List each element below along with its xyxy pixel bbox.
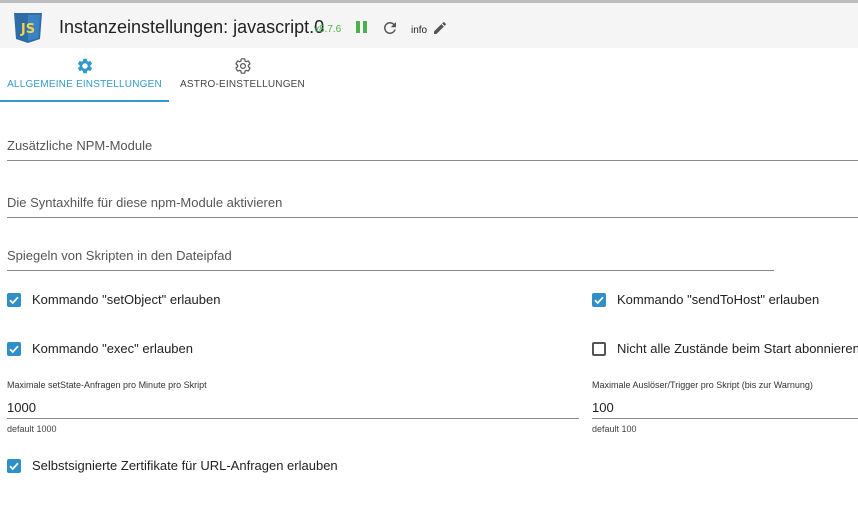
active-tab-indicator xyxy=(0,100,169,102)
tab-astro-settings[interactable]: ASTRO-EINSTELLUNGEN xyxy=(169,48,316,102)
checkbox-checked-icon[interactable] xyxy=(7,459,21,473)
checkbox-label: Kommando "setObject" erlauben xyxy=(32,292,221,307)
max-setstate-label: Maximale setState-Anfragen pro Minute pr… xyxy=(7,380,207,390)
edit-loglevel-button[interactable] xyxy=(432,20,448,36)
max-setstate-input[interactable] xyxy=(7,397,579,417)
checkbox-label: Kommando "sendToHost" erlauben xyxy=(617,292,820,307)
tab-general-settings[interactable]: ALLGEMEINE EINSTELLUNGEN xyxy=(0,48,169,102)
checkbox-label: Selbstsignierte Zertifikate für URL-Anfr… xyxy=(32,458,338,473)
max-triggers-input[interactable] xyxy=(592,397,858,417)
checkbox-no-subscribe[interactable]: Nicht alle Zustände beim Start abonniere… xyxy=(592,341,858,361)
checkbox-checked-icon[interactable] xyxy=(7,342,21,356)
pencil-icon xyxy=(434,21,447,34)
syntax-help-field[interactable] xyxy=(7,188,858,218)
mirror-path-input[interactable] xyxy=(7,241,774,269)
max-triggers-field: Maximale Auslöser/Trigger pro Skript (bi… xyxy=(592,380,858,440)
checkbox-label: Nicht alle Zustände beim Start abonniere… xyxy=(617,341,858,356)
reload-button[interactable] xyxy=(381,19,399,37)
max-setstate-helper: default 1000 xyxy=(7,424,57,434)
mirror-path-field[interactable] xyxy=(7,241,774,271)
version-badge: v8.7.6 xyxy=(314,24,342,35)
pause-icon xyxy=(356,21,360,33)
loglevel-label: info xyxy=(411,25,428,36)
javascript-logo-icon: JS xyxy=(13,11,43,43)
checkbox-checked-icon[interactable] xyxy=(7,293,21,307)
checkbox-unchecked-icon[interactable] xyxy=(592,342,606,356)
tab-general-settings-label: ALLGEMEINE EINSTELLUNGEN xyxy=(7,79,162,90)
max-setstate-field: Maximale setState-Anfragen pro Minute pr… xyxy=(7,380,579,440)
gear-filled-icon xyxy=(77,58,92,74)
tab-astro-settings-label: ASTRO-EINSTELLUNGEN xyxy=(180,79,305,90)
checkbox-checked-icon[interactable] xyxy=(592,293,606,307)
logo-text: JS xyxy=(20,22,35,37)
npm-modules-input[interactable] xyxy=(7,131,858,159)
page-title: Instanzeinstellungen: javascript.0 xyxy=(59,17,325,37)
instance-header: JS Instanzeinstellungen: javascript.0 v8… xyxy=(0,0,858,48)
pause-button[interactable] xyxy=(355,19,369,35)
reload-icon xyxy=(383,21,396,34)
max-triggers-label: Maximale Auslöser/Trigger pro Skript (bi… xyxy=(592,380,813,390)
syntax-help-input[interactable] xyxy=(7,188,858,216)
gear-outline-icon xyxy=(234,58,251,74)
npm-modules-field[interactable] xyxy=(7,131,858,161)
checkbox-label: Kommando "exec" erlauben xyxy=(32,341,193,356)
max-triggers-helper: default 100 xyxy=(592,424,637,434)
